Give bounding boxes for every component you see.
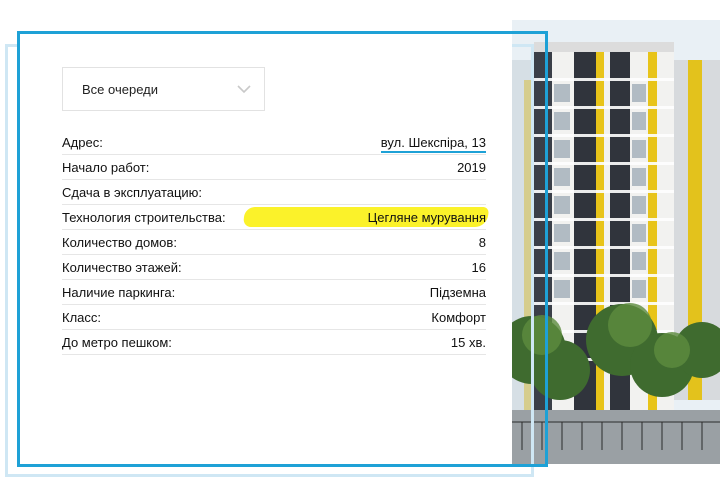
detail-row-class: Класс: Комфорт <box>62 305 486 330</box>
detail-value: Підземна <box>429 285 486 300</box>
detail-label: Начало работ: <box>62 160 150 175</box>
detail-label: До метро пешком: <box>62 335 172 350</box>
detail-value: 16 <box>471 260 486 275</box>
chevron-down-icon <box>237 85 251 94</box>
detail-value: Цегляне мурування <box>367 210 486 225</box>
address-link[interactable]: вул. Шекспіра, 13 <box>380 135 486 153</box>
detail-row-start: Начало работ: 2019 <box>62 155 486 180</box>
detail-label: Наличие паркинга: <box>62 285 176 300</box>
detail-label: Сдача в эксплуатацию: <box>62 185 203 200</box>
detail-row-commissioning: Сдача в эксплуатацию: <box>62 180 486 205</box>
detail-value: 8 <box>478 235 486 250</box>
detail-value: 2019 <box>457 160 486 175</box>
detail-row-houses: Количество домов: 8 <box>62 230 486 255</box>
detail-label: Класс: <box>62 310 101 325</box>
detail-value: Комфорт <box>431 310 486 325</box>
detail-row-address: Адрес: вул. Шекспіра, 13 <box>62 130 486 155</box>
detail-label: Количество этажей: <box>62 260 182 275</box>
detail-label: Технология строительства: <box>62 210 226 225</box>
detail-row-floors: Количество этажей: 16 <box>62 255 486 280</box>
detail-value: 15 хв. <box>450 335 486 350</box>
detail-row-technology: Технология строительства: Цегляне мурува… <box>62 205 490 230</box>
detail-label: Адрес: <box>62 135 103 150</box>
detail-row-metro: До метро пешком: 15 хв. <box>62 330 486 355</box>
detail-label: Количество домов: <box>62 235 177 250</box>
detail-row-parking: Наличие паркинга: Підземна <box>62 280 486 305</box>
queue-dropdown[interactable]: Все очереди <box>62 67 265 111</box>
property-details-list: Адрес: вул. Шекспіра, 13 Начало работ: 2… <box>62 130 490 355</box>
queue-dropdown-value: Все очереди <box>82 82 158 97</box>
